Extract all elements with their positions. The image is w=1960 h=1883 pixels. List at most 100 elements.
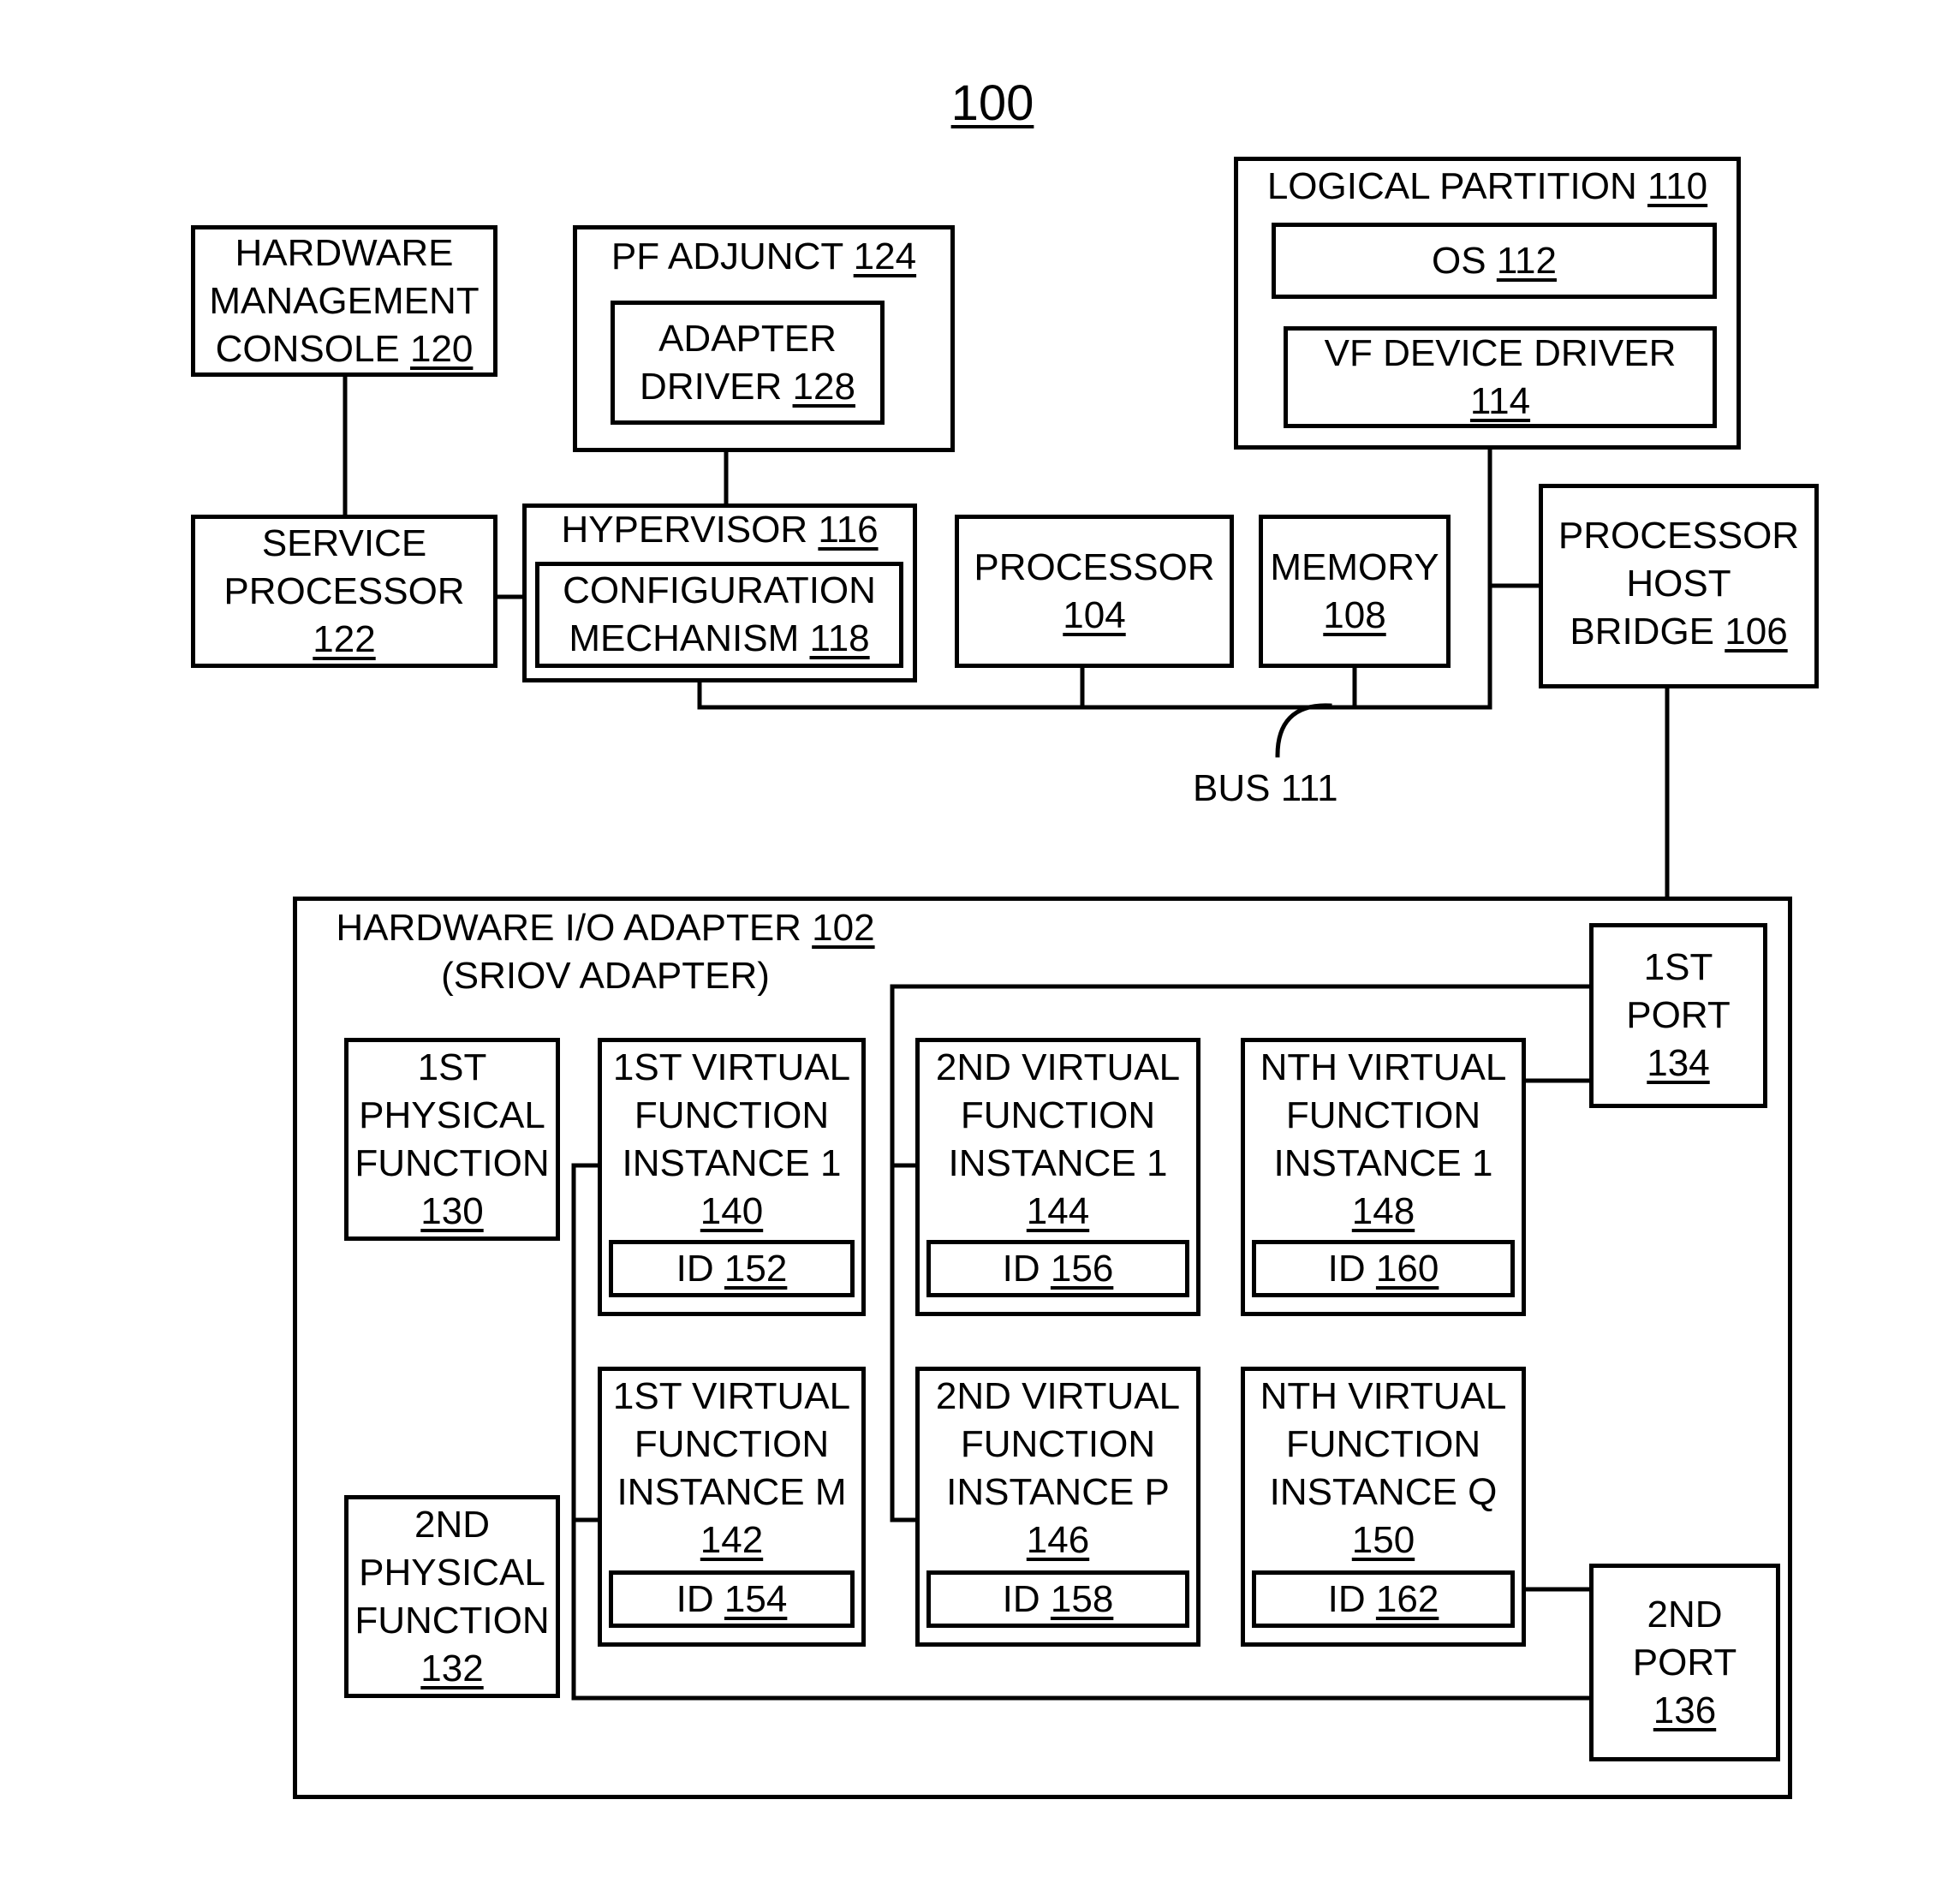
adapter-driver-line-1: ADAPTER (658, 317, 837, 360)
vf148-text: NTH VIRTUAL FUNCTION INSTANCE 1 148 (1245, 1044, 1522, 1236)
figure-number-text: 100 (950, 75, 1034, 131)
memory-line-1: MEMORY (1270, 545, 1439, 588)
os-ref: 112 (1496, 239, 1557, 282)
memory-ref: 108 (1323, 593, 1386, 636)
vf146-line-1: 2ND VIRTUAL (935, 1375, 1181, 1417)
config-label: MECHANISM (569, 617, 810, 659)
sp-line-1: SERVICE (261, 521, 427, 564)
lpar-ref: 110 (1647, 165, 1708, 207)
memory-line-2: 108 (1323, 592, 1385, 640)
phb-line-3: BRIDGE 106 (1570, 608, 1787, 656)
vf148-line-2: FUNCTION (1285, 1094, 1481, 1136)
memory-box: MEMORY 108 (1259, 515, 1451, 668)
os-box: OS 112 (1272, 223, 1717, 299)
bus-label: BUS 111 (1193, 767, 1338, 809)
hmc-line-2: MANAGEMENT (209, 279, 480, 322)
adapter-driver-ref: 128 (792, 365, 855, 408)
id-160-box: ID 160 (1252, 1240, 1515, 1297)
pf2-line-2: PHYSICAL (359, 1551, 545, 1594)
vf-driver-ref: 114 (1469, 379, 1531, 422)
vf142-line-1: 1ST VIRTUAL (612, 1375, 851, 1417)
vf150-text: NTH VIRTUAL FUNCTION INSTANCE Q 150 (1245, 1373, 1522, 1564)
pf-adjunct-label: PF ADJUNCT (611, 235, 854, 277)
id160-ref: 160 (1375, 1247, 1439, 1290)
processor-line-2: 104 (1063, 592, 1125, 640)
id158-line: ID 158 (1003, 1576, 1114, 1624)
id-154-box: ID 154 (609, 1570, 855, 1628)
id162-ref: 162 (1375, 1577, 1439, 1620)
vf146-line-2: FUNCTION (960, 1423, 1156, 1465)
id154-label: ID (676, 1577, 724, 1620)
vf144-text: 2ND VIRTUAL FUNCTION INSTANCE 1 144 (920, 1044, 1196, 1236)
vf-driver-line-2: 114 (1470, 378, 1530, 426)
port2-ref: 136 (1653, 1689, 1717, 1731)
vf144-line-2: FUNCTION (960, 1094, 1156, 1136)
id152-ref: 152 (724, 1247, 788, 1290)
id158-ref: 158 (1050, 1577, 1114, 1620)
vf140-line-4: 140 (602, 1188, 861, 1236)
config-line-1: CONFIGURATION (563, 569, 876, 611)
phb-line-1: PROCESSOR (1558, 515, 1800, 557)
pf1-line-4: 130 (420, 1188, 483, 1236)
pf2-line-1: 2ND (414, 1503, 491, 1546)
pf2-line-3: FUNCTION (354, 1599, 550, 1642)
adapter-driver-box: ADAPTER DRIVER 128 (611, 301, 885, 425)
physical-function-1-box: 1ST PHYSICAL FUNCTION 130 (344, 1038, 560, 1241)
vf140-line-2: FUNCTION (634, 1094, 830, 1136)
id-158-box: ID 158 (926, 1570, 1189, 1628)
physical-function-2-box: 2ND PHYSICAL FUNCTION 132 (344, 1495, 560, 1698)
vf146-ref: 146 (1026, 1519, 1090, 1561)
hypervisor-title: HYPERVISOR 116 (527, 506, 913, 554)
vf148-line-3: INSTANCE 1 (1273, 1142, 1493, 1184)
os-line: OS 112 (1432, 237, 1557, 285)
hmc-line-1: HARDWARE (235, 231, 454, 274)
hmc-line-3: CONSOLE 120 (216, 325, 474, 373)
pf1-line-1: 1ST (417, 1046, 487, 1088)
id162-label: ID (1327, 1577, 1376, 1620)
service-processor-box: SERVICE PROCESSOR 122 (191, 515, 497, 668)
pf2-line-4: 132 (420, 1645, 483, 1693)
config-ref: 118 (809, 617, 870, 659)
vf150-ref: 150 (1351, 1519, 1415, 1561)
port1-line-2: PORT (1626, 994, 1731, 1036)
vf140-line-3: INSTANCE 1 (622, 1142, 842, 1184)
vf144-line-3: INSTANCE 1 (948, 1142, 1168, 1184)
phb-line-2: HOST (1626, 563, 1731, 605)
vf-device-driver-box: VF DEVICE DRIVER 114 (1284, 326, 1717, 428)
pf2-ref: 132 (420, 1647, 484, 1689)
os-label: OS (1432, 239, 1497, 282)
adapter-driver-line-2: DRIVER 128 (640, 363, 855, 411)
vf148-line-1: NTH VIRTUAL (1260, 1046, 1507, 1088)
vf150-line-3: INSTANCE Q (1269, 1471, 1498, 1513)
processor-ref: 104 (1063, 593, 1126, 636)
vf144-line-1: 2ND VIRTUAL (935, 1046, 1181, 1088)
vf146-line-4: 146 (920, 1517, 1196, 1564)
port1-line-3: 134 (1647, 1040, 1709, 1087)
id156-ref: 156 (1050, 1247, 1114, 1290)
sp-line-3: 122 (313, 616, 375, 664)
pf1-ref: 130 (420, 1189, 484, 1232)
hardware-management-console-box: HARDWARE MANAGEMENT CONSOLE 120 (191, 225, 497, 377)
adapter-subtitle: (SRIOV ADAPTER) (441, 955, 770, 997)
adapter-ref: 102 (812, 907, 875, 949)
sp-ref: 122 (313, 617, 376, 660)
vf150-line-1: NTH VIRTUAL (1260, 1375, 1507, 1417)
id158-label: ID (1002, 1577, 1051, 1620)
phb-label: BRIDGE (1570, 611, 1725, 652)
processor-line-1: PROCESSOR (974, 545, 1215, 588)
processor-box: PROCESSOR 104 (955, 515, 1234, 668)
adapter-driver-label: DRIVER (640, 365, 793, 408)
vf146-line-3: INSTANCE P (946, 1471, 1170, 1513)
id-156-box: ID 156 (926, 1240, 1189, 1297)
processor-host-bridge-box: PROCESSOR HOST BRIDGE 106 (1539, 484, 1819, 688)
id-162-box: ID 162 (1252, 1570, 1515, 1628)
adapter-title-line-1: HARDWARE I/O ADAPTER 102 (323, 904, 888, 952)
port2-line-3: 136 (1653, 1687, 1716, 1735)
adapter-label: HARDWARE I/O ADAPTER (336, 907, 813, 949)
port-2-box: 2ND PORT 136 (1589, 1564, 1780, 1761)
vf142-text: 1ST VIRTUAL FUNCTION INSTANCE M 142 (602, 1373, 861, 1564)
port1-ref: 134 (1647, 1042, 1710, 1084)
hmc-ref: 120 (409, 327, 474, 370)
vf148-ref: 148 (1351, 1190, 1415, 1232)
pf1-line-3: FUNCTION (354, 1141, 550, 1184)
